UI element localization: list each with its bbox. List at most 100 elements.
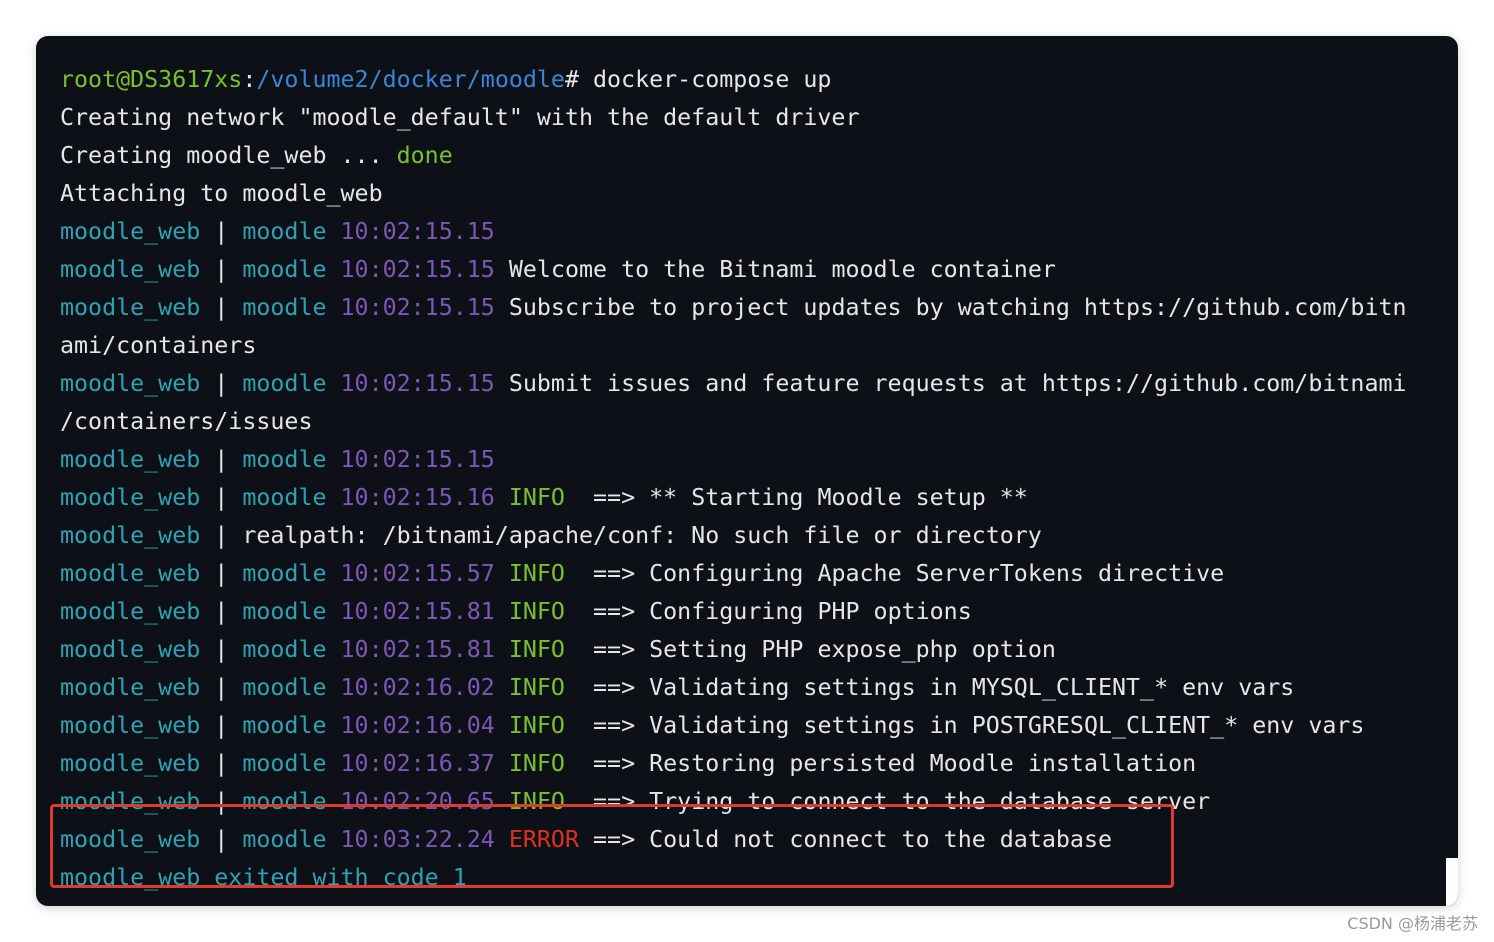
log-line: moodle_web | moodle 10:02:15.81 INFO ==>… — [60, 631, 1056, 669]
log-timestamp: 10:02:15.15 — [340, 294, 495, 321]
log-pipe: | — [200, 636, 243, 663]
log-line: moodle_web | moodle 10:02:16.02 INFO ==>… — [60, 669, 1294, 707]
log-level-info: INFO — [508, 750, 565, 777]
log-pipe: | — [200, 674, 243, 701]
log-pipe: | — [200, 294, 243, 321]
log-line: moodle_web | moodle 10:02:15.15 Welcome … — [60, 251, 1056, 289]
log-container: moodle_web — [60, 636, 201, 663]
log-pipe: | — [200, 750, 243, 777]
log-message-wrap: /containers/issues — [60, 408, 313, 435]
log-app: moodle — [242, 598, 327, 625]
log-app: moodle — [242, 750, 327, 777]
log-message: ==> Configuring Apache ServerTokens dire… — [593, 560, 1225, 587]
log-level-info: INFO — [508, 712, 565, 739]
log-timestamp: 10:02:15.57 — [340, 560, 495, 587]
log-pipe: | — [200, 522, 243, 549]
output-line: Creating network "moodle_default" with t… — [60, 99, 859, 137]
log-message: ==> Validating settings in MYSQL_CLIENT_… — [593, 674, 1295, 701]
output-line: Attaching to moodle_web — [60, 175, 383, 213]
terminal-window[interactable]: root@DS3617xs:/volume2/docker/moodle# do… — [36, 36, 1458, 906]
log-pipe: | — [200, 370, 243, 397]
log-level-info: INFO — [508, 636, 565, 663]
log-app: moodle — [242, 294, 327, 321]
log-timestamp: 10:02:16.02 — [340, 674, 495, 701]
log-pipe: | — [200, 218, 243, 245]
log-level-info: INFO — [508, 484, 565, 511]
log-timestamp: 10:02:15.81 — [340, 598, 495, 625]
log-level-info: INFO — [508, 560, 565, 587]
log-line: moodle_web | moodle 10:02:15.15 Submit i… — [60, 365, 1407, 403]
log-line: moodle_web | moodle 10:02:16.37 INFO ==>… — [60, 745, 1196, 783]
network-message: Creating network "moodle_default" with t… — [60, 104, 860, 131]
log-line: moodle_web | moodle 10:02:15.15 — [60, 441, 495, 479]
prompt-user-host: root@DS3617xs — [60, 66, 243, 93]
log-container: moodle_web — [60, 674, 201, 701]
log-app: moodle — [242, 712, 327, 739]
log-pipe: | — [200, 484, 243, 511]
log-line: moodle_web | moodle 10:02:16.04 INFO ==>… — [60, 707, 1364, 745]
attaching-message: Attaching to moodle_web — [60, 180, 383, 207]
log-message: ==> Configuring PHP options — [593, 598, 972, 625]
log-container: moodle_web — [60, 522, 201, 549]
log-message: ==> ** Starting Moodle setup ** — [593, 484, 1028, 511]
error-highlight-box — [50, 804, 1174, 888]
watermark: CSDN @杨浦老苏 — [1347, 914, 1478, 933]
log-pipe: | — [200, 712, 243, 739]
window-corner-notch — [1446, 858, 1458, 906]
log-message: ==> Validating settings in POSTGRESQL_CL… — [593, 712, 1365, 739]
log-line: moodle_web | moodle 10:02:15.15 Subscrib… — [60, 289, 1407, 327]
log-timestamp: 10:02:15.15 — [340, 370, 495, 397]
log-message: ==> Setting PHP expose_php option — [593, 636, 1056, 663]
output-line: Creating moodle_web ... done — [60, 137, 453, 175]
log-line: moodle_web | moodle 10:02:15.15 — [60, 213, 495, 251]
log-level-info: INFO — [508, 674, 565, 701]
log-timestamp: 10:02:16.04 — [340, 712, 495, 739]
log-app: moodle — [242, 218, 327, 245]
log-line: moodle_web | realpath: /bitnami/apache/c… — [60, 517, 1042, 555]
log-timestamp: 10:02:15.15 — [340, 446, 495, 473]
prompt-line: root@DS3617xs:/volume2/docker/moodle# do… — [60, 61, 831, 99]
prompt-command: docker-compose up — [578, 66, 832, 93]
log-line: moodle_web | moodle 10:02:15.57 INFO ==>… — [60, 555, 1224, 593]
log-app: moodle — [242, 636, 327, 663]
log-app: moodle — [242, 446, 327, 473]
log-pipe: | — [200, 560, 243, 587]
log-app: moodle — [242, 256, 327, 283]
log-container: moodle_web — [60, 560, 201, 587]
log-timestamp: 10:02:16.37 — [340, 750, 495, 777]
log-line: moodle_web | moodle 10:02:15.81 INFO ==>… — [60, 593, 972, 631]
log-pipe: | — [200, 256, 243, 283]
creating-message: Creating moodle_web ... — [60, 142, 397, 169]
prompt-separator: : — [242, 66, 257, 93]
log-pipe: | — [200, 446, 243, 473]
log-container: moodle_web — [60, 294, 201, 321]
log-pipe: | — [200, 598, 243, 625]
log-container: moodle_web — [60, 484, 201, 511]
log-container: moodle_web — [60, 218, 201, 245]
log-wrap-line: ami/containers — [60, 327, 256, 365]
log-level-info: INFO — [508, 598, 565, 625]
log-app: moodle — [242, 560, 327, 587]
log-app: moodle — [242, 674, 327, 701]
log-container: moodle_web — [60, 750, 201, 777]
log-container: moodle_web — [60, 370, 201, 397]
log-wrap-line: /containers/issues — [60, 403, 312, 441]
log-app: moodle — [242, 370, 327, 397]
log-message: Submit issues and feature requests at ht… — [508, 370, 1407, 397]
log-container: moodle_web — [60, 598, 201, 625]
log-container: moodle_web — [60, 712, 201, 739]
log-message: Subscribe to project updates by watching… — [508, 294, 1407, 321]
log-app: moodle — [242, 484, 327, 511]
log-timestamp: 10:02:15.81 — [340, 636, 495, 663]
log-container: moodle_web — [60, 446, 201, 473]
log-timestamp: 10:02:15.15 — [340, 218, 495, 245]
log-timestamp: 10:02:15.15 — [340, 256, 495, 283]
log-container: moodle_web — [60, 256, 201, 283]
log-line: moodle_web | moodle 10:02:15.16 INFO ==>… — [60, 479, 1028, 517]
log-timestamp: 10:02:15.16 — [340, 484, 495, 511]
log-message: realpath: /bitnami/apache/conf: No such … — [242, 522, 1042, 549]
done-status: done — [396, 142, 453, 169]
log-message: ==> Restoring persisted Moodle installat… — [593, 750, 1197, 777]
log-message-wrap: ami/containers — [60, 332, 257, 359]
prompt-symbol: # — [564, 66, 579, 93]
